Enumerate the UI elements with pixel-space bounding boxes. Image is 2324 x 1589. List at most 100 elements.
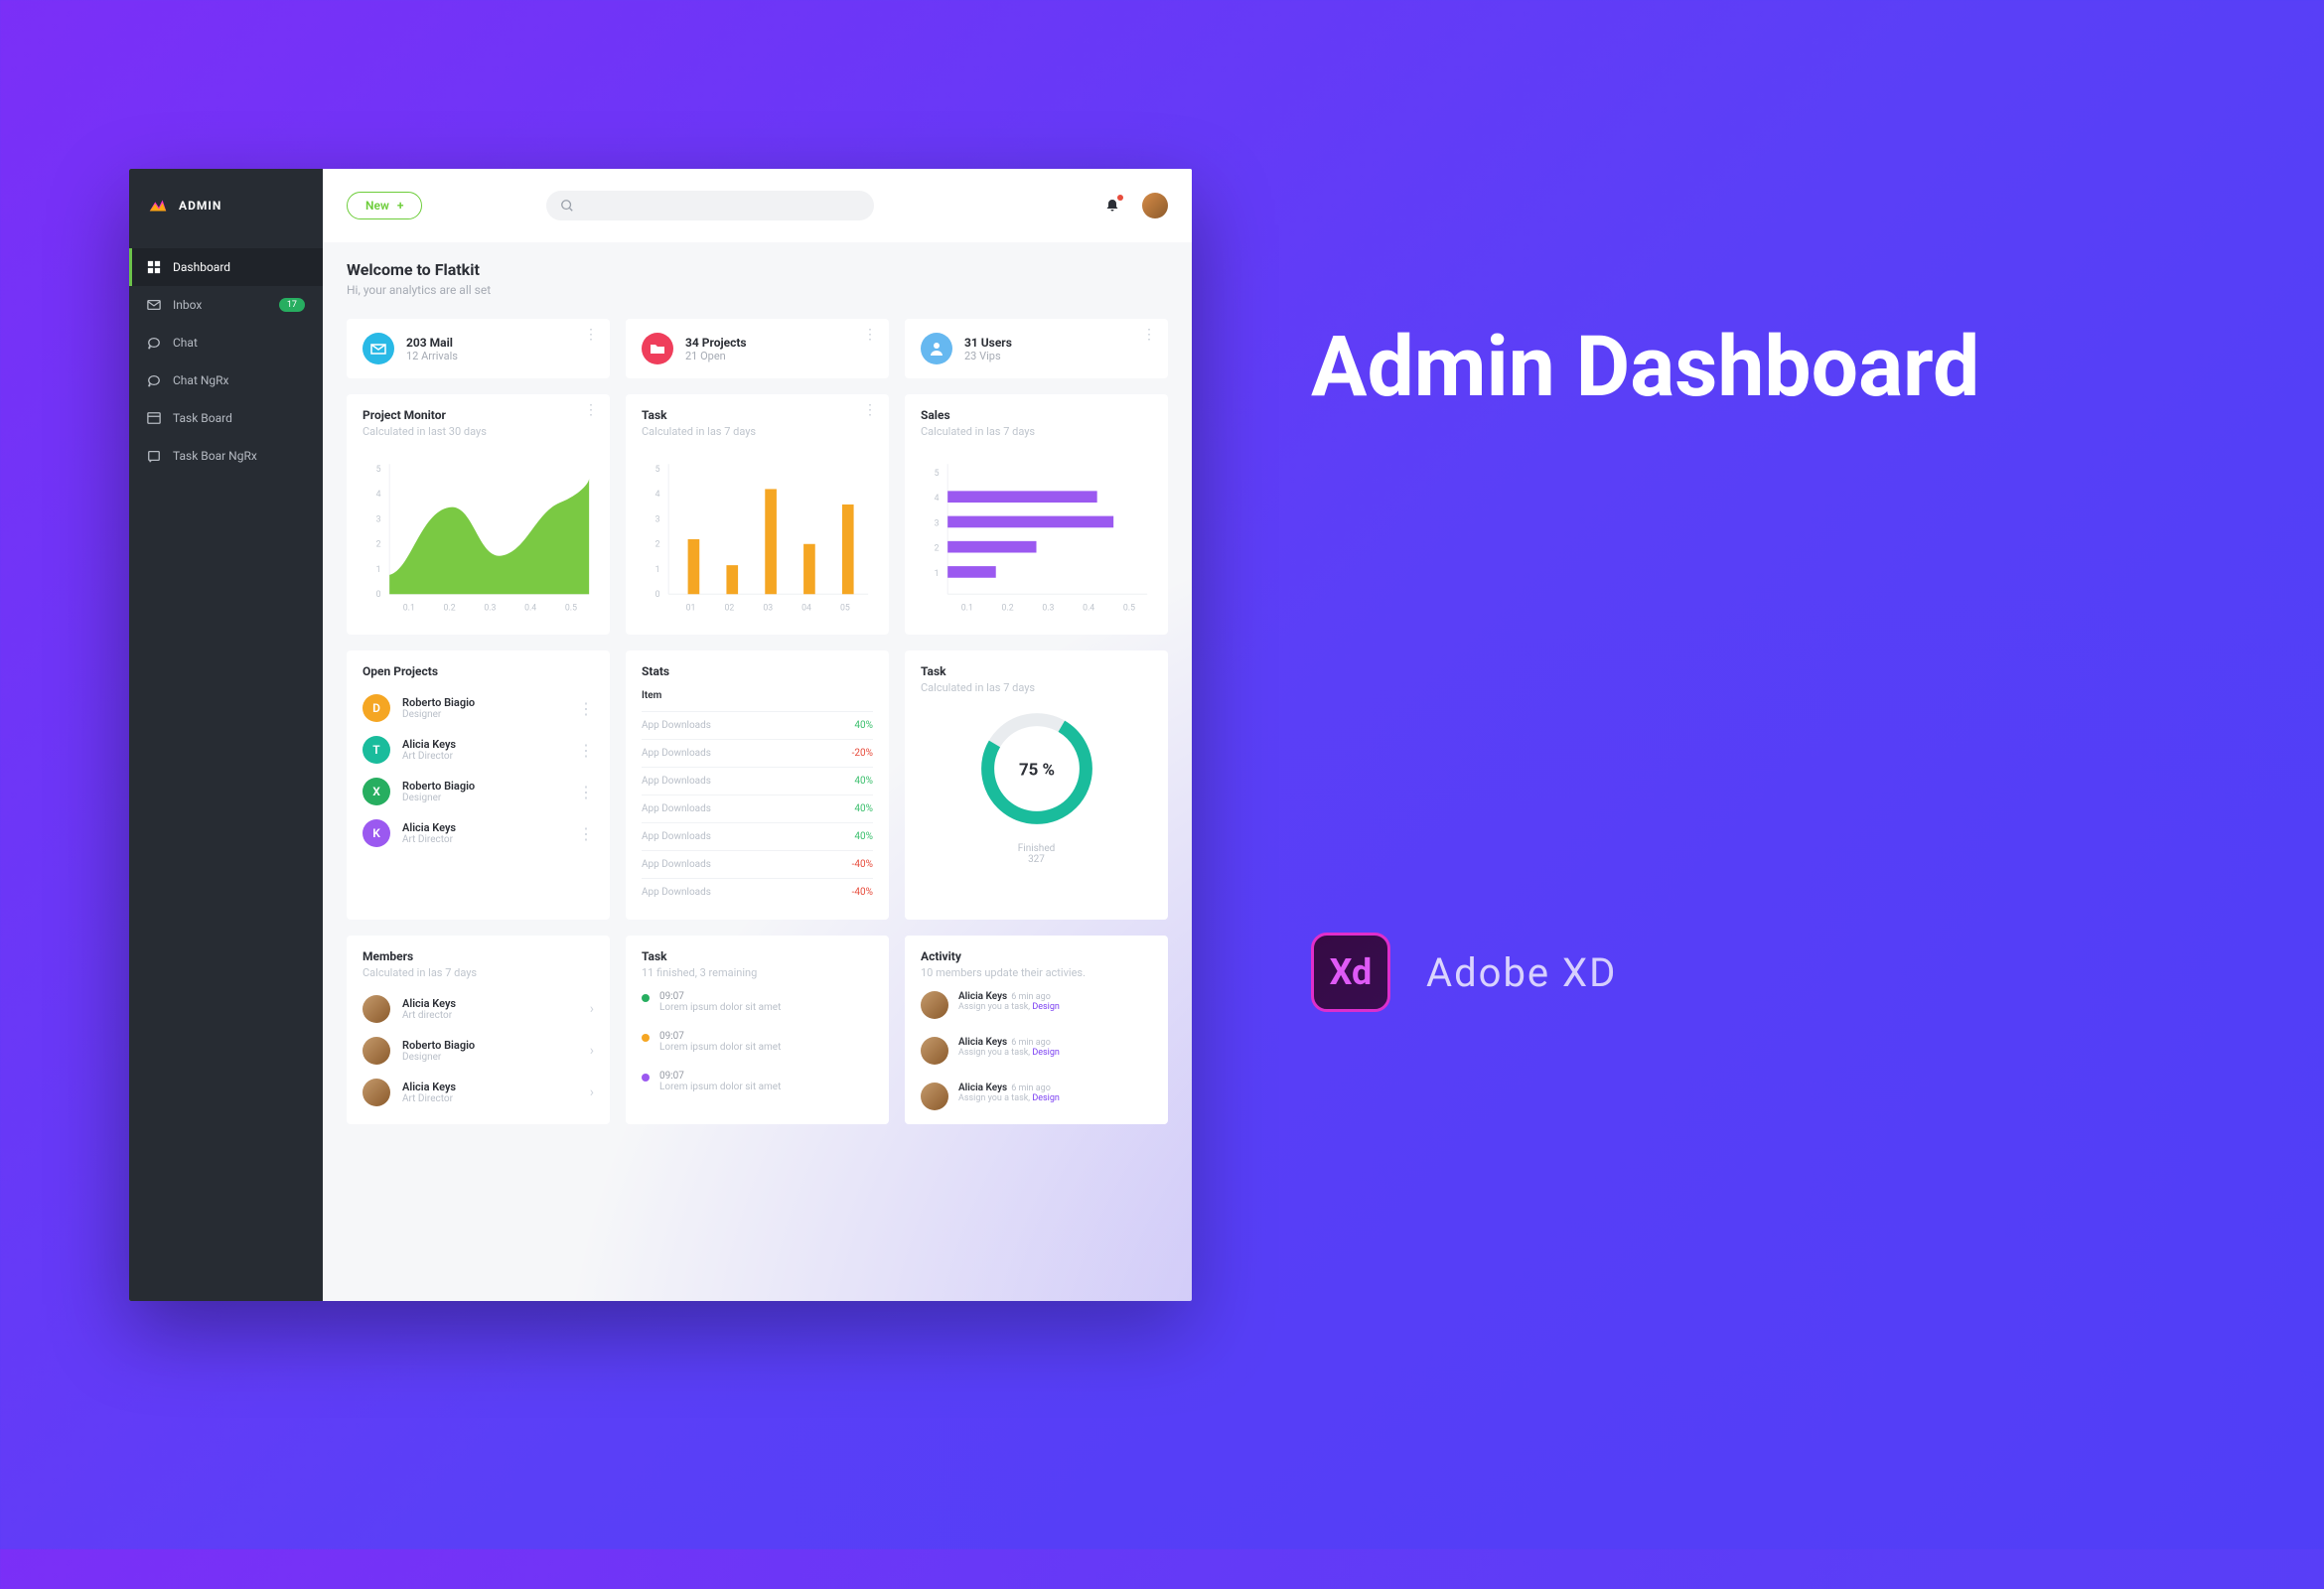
svg-text:2: 2 [376, 540, 381, 550]
app-window: ADMIN Dashboard Inbox 17 Chat Chat NgRx [129, 169, 1192, 1301]
sidebar-item-label: Chat NgRx [173, 373, 229, 387]
xd-icon: Xd [1311, 933, 1390, 1012]
list-item[interactable]: 09:07Lorem ipsum dolor sit amet [642, 1071, 873, 1092]
sidebar-item-label: Chat [173, 336, 198, 350]
table-row: App Downloads40% [642, 711, 873, 739]
list-item[interactable]: Alicia KeysArt Director › [363, 1079, 594, 1106]
table-row: App Downloads-20% [642, 739, 873, 767]
sidebar-item-label: Task Board [173, 411, 232, 425]
svg-text:0.2: 0.2 [444, 604, 456, 614]
more-button[interactable]: ⋮ [863, 408, 877, 412]
svg-text:0.1: 0.1 [403, 604, 415, 614]
link[interactable]: Design [1032, 1093, 1060, 1103]
more-button[interactable]: ⋮ [578, 824, 594, 843]
svg-text:0.2: 0.2 [1002, 604, 1014, 614]
sidebar-item-dashboard[interactable]: Dashboard [129, 248, 323, 286]
list-item[interactable]: K Alicia KeysArt Director ⋮ [363, 819, 594, 847]
notifications-button[interactable] [1104, 198, 1120, 214]
more-button[interactable]: ⋮ [584, 333, 598, 337]
avatar-initial: T [363, 736, 390, 764]
link[interactable]: Design [1032, 1048, 1060, 1058]
list-item[interactable]: T Alicia KeysArt Director ⋮ [363, 736, 594, 764]
topbar: New+ [323, 169, 1192, 242]
open-projects-card: Open Projects D Roberto BiagioDesigner ⋮… [347, 650, 610, 920]
search[interactable] [546, 191, 874, 220]
svg-text:1: 1 [655, 565, 660, 575]
svg-text:0.5: 0.5 [1123, 604, 1135, 614]
timeline-card: Task 11 finished, 3 remaining 09:07Lorem… [626, 936, 889, 1124]
list-item[interactable]: Alicia KeysArt director › [363, 995, 594, 1023]
chevron-right-icon: › [590, 1001, 594, 1017]
more-button[interactable]: ⋮ [863, 333, 877, 337]
svg-text:0: 0 [655, 590, 660, 600]
stats-card: Stats Item App Downloads40%App Downloads… [626, 650, 889, 920]
svg-text:2: 2 [935, 544, 940, 554]
svg-text:75 %: 75 % [1018, 761, 1054, 781]
list-item[interactable]: Alicia Keys6 min agoAssign you a task, D… [921, 991, 1152, 1019]
avatar-initial: D [363, 694, 390, 722]
list-item[interactable]: D Roberto BiagioDesigner ⋮ [363, 694, 594, 722]
bar-chart: 012345 0102030405 [642, 452, 873, 621]
sidebar-item-taskboard-ngrx[interactable]: Task Boar NgRx [129, 437, 323, 475]
grid-icon [147, 260, 161, 274]
svg-text:5: 5 [935, 469, 940, 479]
sidebar-item-taskboard[interactable]: Task Board [129, 399, 323, 437]
search-input[interactable] [574, 199, 860, 213]
search-icon [560, 199, 574, 213]
welcome: Welcome to Flatkit Hi, your analytics ar… [347, 260, 1168, 297]
list-item[interactable]: Alicia Keys6 min agoAssign you a task, D… [921, 1083, 1152, 1110]
list-item[interactable]: X Roberto BiagioDesigner ⋮ [363, 778, 594, 805]
svg-text:3: 3 [935, 518, 940, 528]
dot-icon [642, 1034, 650, 1042]
new-button[interactable]: New+ [347, 192, 422, 219]
dot-icon [642, 1074, 650, 1082]
svg-text:0.5: 0.5 [565, 604, 577, 614]
sidebar-item-chat[interactable]: Chat [129, 324, 323, 361]
table-row: App Downloads40% [642, 794, 873, 822]
link[interactable]: Design [1032, 1002, 1060, 1012]
avatar[interactable] [1142, 193, 1168, 218]
stat-card-projects[interactable]: 34 Projects21 Open ⋮ [626, 319, 889, 378]
more-button[interactable]: ⋮ [1142, 333, 1156, 337]
svg-text:5: 5 [655, 465, 660, 475]
sidebar-item-chat-ngrx[interactable]: Chat NgRx [129, 361, 323, 399]
svg-text:2: 2 [655, 540, 660, 550]
avatar-initial: K [363, 819, 390, 847]
list-item[interactable]: Roberto BiagioDesigner › [363, 1037, 594, 1065]
svg-text:04: 04 [801, 604, 811, 614]
chart-card-task: Task Calculated in las 7 days ⋮ 012345 0… [626, 394, 889, 635]
svg-text:4: 4 [655, 490, 660, 500]
svg-text:0.3: 0.3 [484, 604, 496, 614]
sidebar-item-label: Inbox [173, 298, 202, 312]
more-button[interactable]: ⋮ [578, 783, 594, 801]
svg-text:0.4: 0.4 [1083, 604, 1094, 614]
sidebar-item-inbox[interactable]: Inbox 17 [129, 286, 323, 324]
chat-icon [147, 336, 161, 350]
marketing-toolname: Adobe XD [1426, 949, 1617, 996]
folder-icon [642, 333, 673, 364]
more-button[interactable]: ⋮ [584, 408, 598, 412]
svg-text:0: 0 [376, 590, 381, 600]
svg-text:3: 3 [655, 514, 660, 524]
list-item[interactable]: 09:07Lorem ipsum dolor sit amet [642, 991, 873, 1013]
logo[interactable]: ADMIN [129, 195, 323, 248]
more-button[interactable]: ⋮ [578, 699, 594, 718]
svg-text:0.1: 0.1 [961, 604, 973, 614]
sidebar-item-label: Dashboard [173, 260, 230, 274]
stat-card-mail[interactable]: 203 Mail12 Arrivals ⋮ [347, 319, 610, 378]
notification-dot [1117, 195, 1123, 201]
donut-chart: 75 % [972, 704, 1101, 833]
table-row: App Downloads-40% [642, 878, 873, 906]
mail-icon [363, 333, 394, 364]
more-button[interactable]: ⋮ [578, 741, 594, 760]
main: New+ Welcome to Flatkit Hi, your analyt [323, 169, 1192, 1301]
sidebar-item-label: Task Boar NgRx [173, 449, 257, 463]
user-icon [921, 333, 952, 364]
avatar [363, 1037, 390, 1065]
board-icon [147, 411, 161, 425]
stat-card-users[interactable]: 31 Users23 Vips ⋮ [905, 319, 1168, 378]
table-row: App Downloads-40% [642, 850, 873, 878]
members-card: Members Calculated in las 7 days Alicia … [347, 936, 610, 1124]
list-item[interactable]: 09:07Lorem ipsum dolor sit amet [642, 1031, 873, 1053]
list-item[interactable]: Alicia Keys6 min agoAssign you a task, D… [921, 1037, 1152, 1065]
